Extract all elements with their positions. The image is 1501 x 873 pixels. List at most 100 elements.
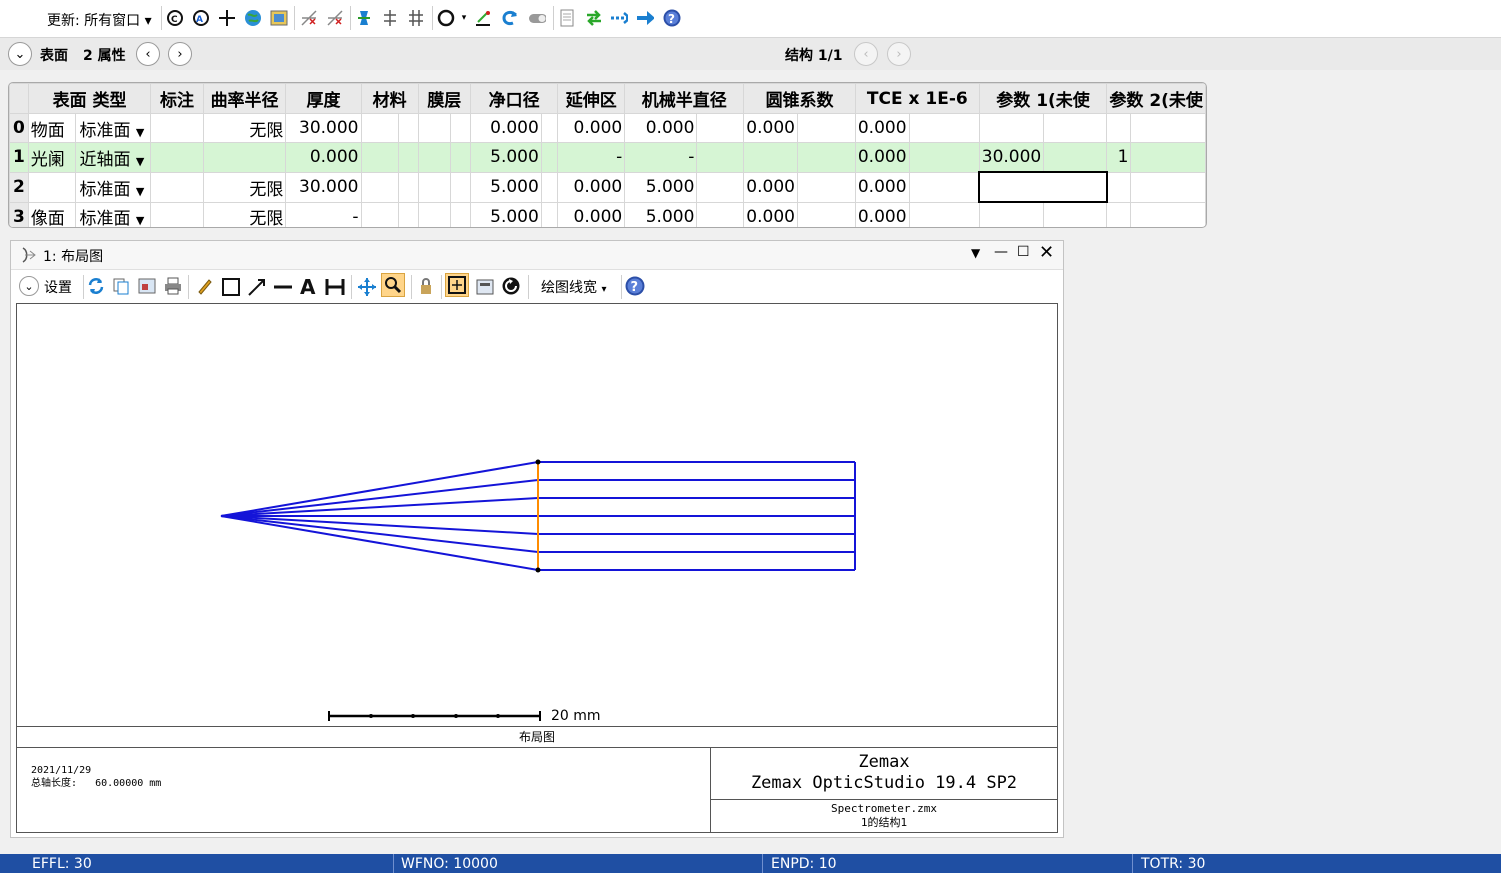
refresh-icon[interactable]: A — [192, 9, 210, 27]
table-row[interactable]: 3 像面 标准面 ▼ 无限 - 5.000 0.000 5.000 0.000 … — [9, 201, 1206, 227]
save-image-icon[interactable] — [138, 277, 156, 295]
column-header[interactable]: 参数 2(未使 — [1106, 83, 1206, 114]
surface-type-dropdown[interactable]: 标准面 ▼ — [74, 171, 152, 203]
prev-surface-button[interactable]: ‹ — [136, 42, 160, 66]
material-cell[interactable] — [360, 142, 400, 173]
clear-semi-dia-cell[interactable]: 5.000 — [469, 201, 542, 227]
thickness-cell[interactable]: 30.000 — [285, 171, 362, 203]
table-row[interactable]: 2 标准面 ▼ 无限 30.000 5.000 0.000 5.000 0.00… — [9, 171, 1206, 203]
help-icon[interactable]: ? — [663, 9, 681, 27]
column-header[interactable]: 参数 1(未使 — [978, 83, 1108, 114]
mech-semi-dia-cell[interactable]: 5.000 — [624, 171, 698, 203]
chip-zone-cell[interactable]: 0.000 — [557, 171, 626, 203]
text-icon[interactable]: A — [299, 276, 319, 296]
wand-icon[interactable] — [474, 9, 492, 27]
param2-cell[interactable]: 1 — [1106, 142, 1132, 173]
column-header[interactable]: 曲率半径 — [202, 83, 287, 114]
material-cell[interactable] — [360, 113, 400, 143]
x-axis-icon[interactable] — [300, 9, 318, 27]
column-header[interactable]: 表面 类型 — [27, 83, 152, 114]
column-header[interactable]: 标注 — [150, 83, 204, 114]
chip-zone-cell[interactable]: 0.000 — [557, 201, 626, 227]
pan-icon[interactable] — [357, 277, 377, 297]
zoom-button[interactable] — [381, 273, 405, 297]
param1-cell-selected[interactable] — [978, 171, 1108, 203]
next-surface-button[interactable]: › — [168, 42, 192, 66]
dimension-icon[interactable] — [325, 277, 345, 297]
chip-zone-cell[interactable]: 0.000 — [557, 113, 626, 143]
comment-cell[interactable] — [150, 113, 204, 143]
radius-cell[interactable]: 无限 — [202, 171, 287, 203]
update-dropdown[interactable]: 更新: 所有窗口 ▾ — [47, 10, 152, 30]
column-header[interactable]: 延伸区 — [557, 83, 626, 114]
tce-cell[interactable]: 0.000 — [854, 113, 910, 143]
coating-cell[interactable] — [417, 142, 452, 173]
param2-cell[interactable] — [1106, 201, 1132, 227]
conic-cell[interactable]: 0.000 — [743, 201, 798, 227]
table-row[interactable]: 1 光阑 近轴面 ▼ 0.000 5.000 - - 0.000 30.000 … — [9, 142, 1206, 173]
column-header[interactable]: 厚度 — [285, 83, 362, 114]
globe-icon[interactable] — [244, 9, 262, 27]
material-cell[interactable] — [360, 171, 400, 203]
surface-name-cell[interactable] — [27, 171, 76, 203]
arrow-line-icon[interactable] — [247, 277, 267, 297]
print-icon[interactable] — [164, 277, 182, 295]
rotate-icon[interactable] — [501, 276, 521, 296]
param2-cell[interactable] — [1106, 171, 1132, 203]
thickness-cell[interactable]: - — [285, 201, 362, 227]
help-icon[interactable]: ? — [625, 276, 645, 296]
tce-cell[interactable]: 0.000 — [854, 201, 910, 227]
close-icon[interactable]: ✕ — [1039, 242, 1054, 263]
clear-semi-dia-cell[interactable]: 5.000 — [469, 142, 542, 173]
page-icon[interactable] — [558, 9, 576, 27]
split-icon[interactable] — [381, 9, 399, 27]
material-cell[interactable] — [360, 201, 400, 227]
refresh-icon[interactable] — [87, 277, 105, 295]
param1-cell[interactable] — [978, 113, 1045, 143]
copy-icon[interactable] — [112, 277, 130, 295]
mech-semi-dia-cell[interactable]: 5.000 — [624, 201, 698, 227]
mech-semi-dia-cell[interactable]: - — [624, 142, 698, 173]
properties-toggle[interactable]: 2 属性 — [83, 45, 126, 65]
tce-cell[interactable]: 0.000 — [854, 142, 910, 173]
maximize-icon[interactable]: ☐ — [1017, 244, 1030, 260]
rectangle-icon[interactable] — [221, 277, 241, 297]
minimize-icon[interactable]: — — [994, 244, 1008, 260]
window-menu-icon[interactable]: ▼ — [971, 246, 980, 260]
coating-cell[interactable] — [417, 171, 452, 203]
split-alt-icon[interactable] — [407, 9, 425, 27]
thickness-cell[interactable]: 30.000 — [285, 113, 362, 143]
lock-icon[interactable] — [417, 277, 435, 295]
clear-semi-dia-cell[interactable]: 5.000 — [469, 171, 542, 203]
column-header[interactable]: 材料 — [360, 83, 419, 114]
crosshair-icon[interactable] — [218, 9, 236, 27]
mech-semi-dia-cell[interactable]: 0.000 — [624, 113, 698, 143]
column-header[interactable]: 机械半直径 — [624, 83, 745, 114]
lens-icon[interactable] — [355, 9, 373, 27]
clear-semi-dia-cell[interactable]: 0.000 — [469, 113, 542, 143]
surface-type-dropdown[interactable]: 标准面 ▼ — [74, 113, 152, 143]
param1-cell[interactable]: 30.000 — [978, 142, 1045, 173]
table-row[interactable]: 0 物面 标准面 ▼ 无限 30.000 0.000 0.000 0.000 0… — [9, 113, 1206, 143]
radius-cell[interactable]: 无限 — [202, 113, 287, 143]
column-header[interactable]: 净口径 — [469, 83, 559, 114]
next-config-button[interactable]: › — [887, 42, 911, 66]
window-tile-icon[interactable] — [475, 277, 495, 297]
surface-type-dropdown[interactable]: 标准面 ▼ — [74, 201, 152, 227]
conic-cell[interactable]: 0.000 — [743, 113, 798, 143]
comment-cell[interactable] — [150, 171, 204, 203]
surface-type-dropdown[interactable]: 近轴面 ▼ — [74, 142, 152, 173]
image-icon[interactable] — [270, 9, 288, 27]
refresh-all-icon[interactable]: C — [166, 9, 184, 27]
column-header[interactable]: 膜层 — [417, 83, 471, 114]
arrow-right-icon[interactable] — [636, 9, 654, 27]
linewidth-dropdown[interactable]: 绘图线宽 ▾ — [541, 277, 606, 297]
chevron-down-icon[interactable]: ▾ — [455, 9, 473, 27]
chip-zone-cell[interactable]: - — [557, 142, 626, 173]
circle-icon[interactable] — [437, 9, 455, 27]
x-axis-alt-icon[interactable] — [326, 9, 344, 27]
settings-button[interactable]: 设置 — [44, 277, 72, 297]
coating-cell[interactable] — [417, 201, 452, 227]
settings-expand-button[interactable]: ⌄ — [19, 276, 39, 296]
coating-cell[interactable] — [417, 113, 452, 143]
